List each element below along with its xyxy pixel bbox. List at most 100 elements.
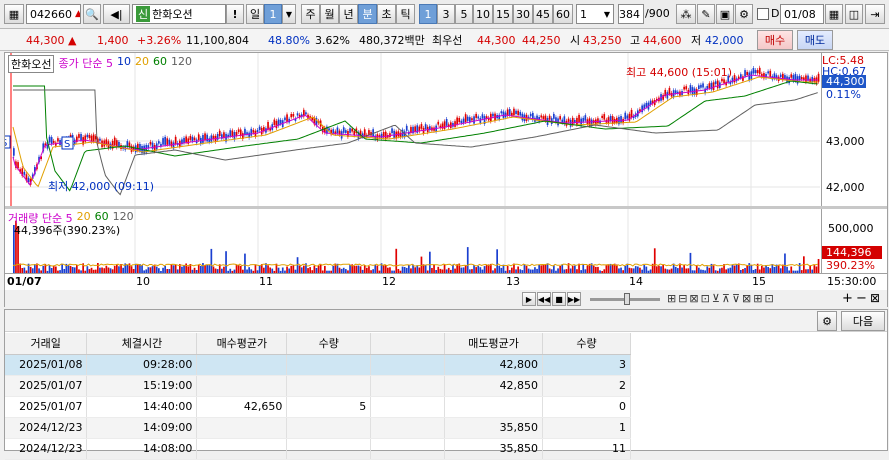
interval-select[interactable]: 1 ▼ bbox=[576, 4, 614, 24]
calendar-icon[interactable]: ▦ bbox=[825, 4, 843, 24]
minute-5-button[interactable]: 5 bbox=[455, 4, 473, 24]
tab-year[interactable]: 년 bbox=[339, 4, 358, 24]
volume-bar bbox=[683, 264, 685, 273]
minute-60-button[interactable]: 60 bbox=[553, 4, 573, 24]
volume-bar bbox=[384, 265, 387, 273]
table-row[interactable]: 2024/12/23 14:09:00 35,850 1 bbox=[5, 417, 631, 439]
volume-bar bbox=[244, 253, 246, 273]
reset-view-icon[interactable]: ⊠ bbox=[870, 291, 880, 305]
minute-45-button[interactable]: 45 bbox=[533, 4, 553, 24]
window-icon[interactable]: ◫ bbox=[845, 4, 863, 24]
zoom-in-icon[interactable]: + bbox=[842, 291, 853, 306]
save-icon[interactable]: ▣ bbox=[716, 4, 734, 24]
fold-icon[interactable]: ⇥ bbox=[865, 4, 885, 24]
cell-time: 14:08:00 bbox=[86, 438, 198, 460]
gear-icon[interactable]: ⚙ bbox=[735, 4, 753, 24]
candles bbox=[13, 65, 820, 187]
table-row[interactable]: 2025/01/07 14:40:00 42,650 5 0 bbox=[5, 396, 631, 418]
volume-bar bbox=[662, 264, 664, 273]
period-dropdown-icon[interactable]: ▼ bbox=[282, 4, 296, 24]
rewind-icon[interactable]: ◀◀ bbox=[537, 292, 551, 306]
settings-gear-icon[interactable]: ⚙ bbox=[817, 311, 837, 331]
volume-bar bbox=[76, 264, 78, 273]
alert-icon[interactable]: ! bbox=[226, 4, 244, 24]
table-row[interactable]: 2025/01/08 09:28:00 42,800 3 bbox=[5, 354, 631, 376]
volume-bar bbox=[429, 251, 431, 273]
tab-month[interactable]: 월 bbox=[320, 4, 339, 24]
minute-10-button[interactable]: 10 bbox=[473, 4, 493, 24]
volume-tick: 500,000 bbox=[828, 222, 874, 235]
scroll-right-icon[interactable]: ▶ bbox=[522, 292, 536, 306]
volume-bar bbox=[141, 265, 143, 273]
cell-time: 14:40:00 bbox=[86, 396, 198, 418]
volume-bar bbox=[433, 264, 435, 273]
sell-button[interactable]: 매도 bbox=[797, 30, 833, 50]
stock-name-field[interactable]: 신 한화오션 bbox=[132, 4, 226, 24]
minute-30-button[interactable]: 30 bbox=[513, 4, 533, 24]
volume-bar bbox=[443, 264, 446, 273]
table-row[interactable]: 2025/01/07 15:19:00 42,850 2 bbox=[5, 375, 631, 397]
cell-buy-qty bbox=[286, 417, 372, 439]
buy-button[interactable]: 매수 bbox=[757, 30, 793, 50]
cell-date: 2025/01/07 bbox=[5, 396, 88, 418]
stock-list-icon[interactable]: ▦ bbox=[4, 4, 24, 24]
volume-bar bbox=[113, 265, 116, 273]
volume-bar bbox=[313, 265, 316, 273]
volume-bar bbox=[559, 266, 561, 273]
volume-bar bbox=[130, 266, 133, 273]
volume-bar bbox=[86, 266, 89, 273]
tab-second[interactable]: 초 bbox=[377, 4, 396, 24]
table-header: 거래일 체결시간 매수평균가 수량 매도평균가 수량 bbox=[5, 333, 631, 355]
draw-tool-icon[interactable]: ✎ bbox=[697, 4, 715, 24]
date-input[interactable]: 01/08 bbox=[780, 4, 824, 24]
prev-stock-icon[interactable]: ◀| bbox=[103, 4, 130, 24]
tab-week[interactable]: 주 bbox=[301, 4, 320, 24]
tab-minute[interactable]: 분 bbox=[358, 4, 377, 24]
search-icon[interactable]: 🔍 bbox=[83, 4, 101, 24]
volume-pct: 390.23% bbox=[826, 259, 875, 272]
stop-icon[interactable]: ■ bbox=[552, 292, 566, 306]
volume-bar bbox=[523, 264, 526, 273]
period-unit-button[interactable]: 일 bbox=[246, 4, 264, 24]
zoom-slider-thumb[interactable] bbox=[624, 293, 630, 305]
volume-bar bbox=[197, 265, 200, 273]
minute-3-button[interactable]: 3 bbox=[437, 4, 455, 24]
volume-bar bbox=[187, 266, 190, 273]
fast-forward-icon[interactable]: ▶▶ bbox=[567, 292, 581, 306]
svg-text:S: S bbox=[5, 138, 7, 149]
chart-tool-icons[interactable]: ⊞⊟⊠⊡⊻⊼⊽⊠⊞⊡ bbox=[667, 292, 776, 305]
count-input[interactable]: 384 bbox=[618, 4, 644, 24]
volume-bar bbox=[771, 264, 774, 273]
cell-time: 14:09:00 bbox=[86, 417, 198, 439]
next-button[interactable]: 다음 bbox=[841, 311, 885, 331]
legend-stock-name: 한화오선 bbox=[8, 55, 55, 73]
ytick-43000: 43,000 bbox=[826, 135, 865, 148]
cell-blank bbox=[370, 354, 446, 376]
minute-15-button[interactable]: 15 bbox=[493, 4, 513, 24]
volume-bar bbox=[424, 265, 427, 273]
volume-bar bbox=[538, 264, 540, 273]
zoom-out-icon[interactable]: − bbox=[856, 291, 867, 306]
volume-bar bbox=[574, 265, 576, 273]
stock-code-input[interactable]: 042660▲ bbox=[26, 4, 81, 24]
crosshair-icon[interactable]: ⁂ bbox=[676, 4, 696, 24]
volume-bar bbox=[254, 264, 257, 273]
signal-marker: S S bbox=[5, 135, 74, 150]
current-price-tag: 44,300 bbox=[822, 75, 866, 88]
price-change-pct: +3.26% bbox=[137, 33, 182, 47]
cell-sell-avg: 42,850 bbox=[444, 375, 544, 397]
cell-buy-qty: 5 bbox=[286, 396, 372, 418]
minute-1-button[interactable]: 1 bbox=[419, 4, 437, 24]
period-num-button[interactable]: 1 bbox=[264, 4, 282, 24]
volume-bar bbox=[61, 263, 63, 273]
tab-tick[interactable]: 틱 bbox=[396, 4, 415, 24]
date-checkbox[interactable] bbox=[757, 8, 769, 20]
volume-bar bbox=[761, 265, 763, 273]
volume-bar bbox=[42, 265, 45, 273]
table-row[interactable]: 2024/12/23 14:08:00 35,850 11 bbox=[5, 438, 631, 460]
volume-bar bbox=[748, 263, 751, 273]
cell-date: 2025/01/08 bbox=[5, 354, 88, 376]
volume-bar bbox=[52, 265, 55, 273]
high-label: 고 bbox=[630, 34, 641, 47]
volume-bar bbox=[97, 263, 99, 273]
